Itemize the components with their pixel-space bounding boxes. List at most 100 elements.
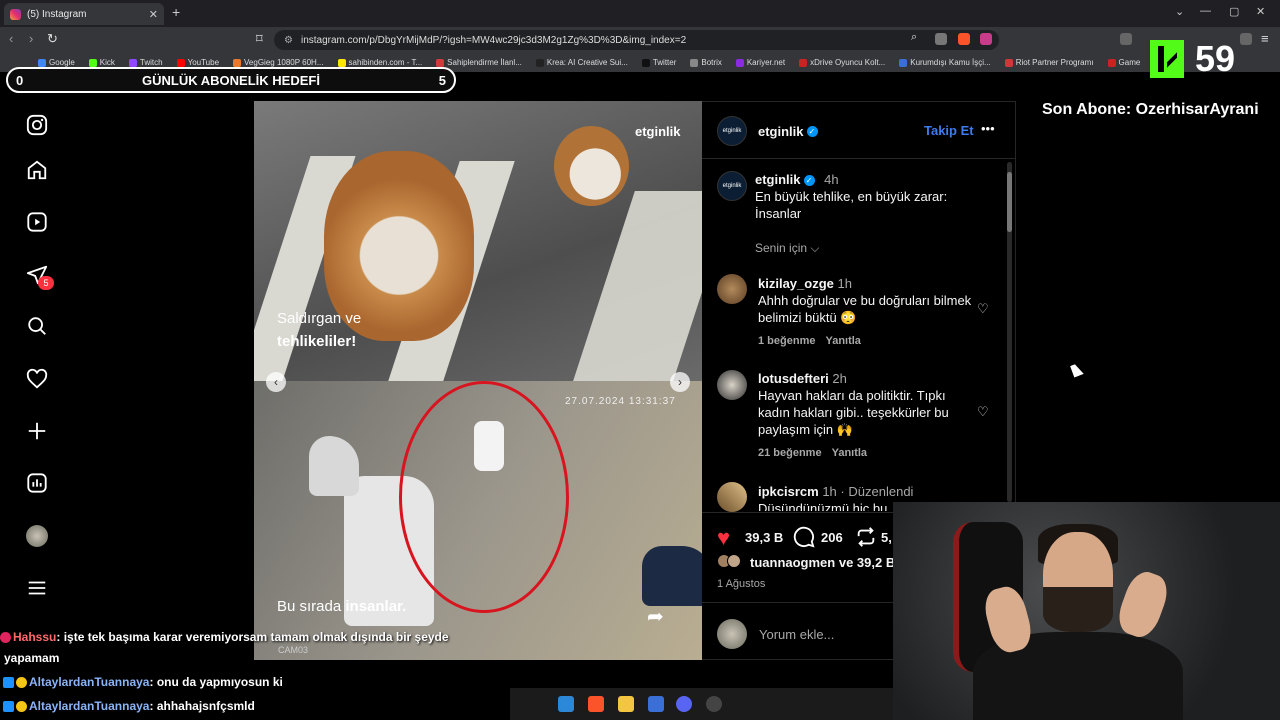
browser-tab[interactable]: (5) Instagram ✕ [4, 3, 164, 25]
instagram-favicon-icon [10, 8, 21, 20]
profile-avatar[interactable] [25, 524, 49, 548]
close-tab-icon[interactable]: ✕ [149, 8, 158, 21]
reply-button[interactable]: Yanıtla [825, 335, 860, 347]
bookmark-item[interactable]: xDrive Oyuncu Kolt... [799, 58, 885, 67]
comment-avatar[interactable] [717, 274, 747, 304]
chat-message: AltaylardanTuannaya: ahhahajsnfçsmld [3, 699, 255, 713]
media-caption-bottom: Bu sırada insanlar. [277, 598, 407, 615]
share-arrow-icon: ➦ [647, 606, 664, 628]
bookmark-label: Game [1118, 58, 1141, 67]
bookmark-item[interactable]: Sahiplendirme İlanl... [436, 58, 522, 67]
bookmark-label: VegGieg 1080P 60H... [244, 58, 324, 67]
comment-avatar[interactable] [717, 482, 747, 512]
more-options-icon[interactable]: ••• [981, 121, 995, 136]
brave-taskbar-icon[interactable] [588, 696, 604, 712]
back-icon[interactable]: ‹ [9, 31, 13, 46]
app-icon[interactable] [648, 696, 664, 712]
bookmark-favicon-icon [436, 58, 445, 67]
brave-shield-icon[interactable] [958, 33, 970, 45]
comments-scrollbar[interactable] [1007, 162, 1012, 502]
highlight-circle [399, 381, 569, 613]
bookmark-item[interactable]: VegGieg 1080P 60H... [233, 58, 324, 67]
previous-image-button[interactable]: ‹ [266, 372, 286, 392]
comment-header: ipkcisrcm 1h · Düzenlendi [758, 484, 914, 499]
cctv-timestamp: 27.07.2024 13:31:37 [565, 396, 676, 407]
like-comment-icon[interactable]: ♡ [977, 301, 989, 317]
like-comment-icon[interactable]: ♡ [977, 404, 989, 420]
bookmark-icon[interactable]: ⌑ [256, 31, 263, 47]
site-settings-icon[interactable]: ⚙ [284, 35, 293, 46]
bookmark-item[interactable]: Twitter [641, 58, 676, 67]
bookmark-favicon-icon [690, 58, 699, 67]
repost-icon[interactable] [855, 526, 877, 553]
url-text: instagram.com/p/DbgYrMijMdP/?igsh=MW4wc2… [300, 34, 687, 46]
bookmark-item[interactable]: Kariyer.net [735, 58, 786, 67]
comment-icon[interactable] [793, 526, 815, 553]
reload-icon[interactable]: ↻ [47, 31, 58, 47]
comment-header: kizilay_ozge 1h [758, 276, 852, 291]
bookmark-favicon-icon [176, 58, 185, 67]
browser-menu-icon[interactable]: ≡ [1261, 31, 1269, 46]
comment-likes: 1 beğenme [758, 335, 816, 347]
obs-icon[interactable] [706, 696, 722, 712]
vpn-icon[interactable] [1240, 33, 1252, 45]
bookmark-item[interactable]: Google [38, 58, 75, 67]
caption-avatar[interactable]: etginlik [717, 171, 747, 201]
home-icon[interactable] [25, 158, 49, 182]
bookmark-item[interactable]: Twitch [128, 58, 163, 67]
start-icon[interactable] [558, 696, 574, 712]
bookmark-favicon-icon [1107, 58, 1116, 67]
comment-count: 206 [821, 530, 843, 545]
chevron-down-icon[interactable]: ⌄ [1175, 5, 1184, 18]
heart-icon[interactable] [25, 367, 49, 391]
bookmark-label: Kariyer.net [746, 58, 786, 67]
kick-logo-icon [1150, 40, 1184, 78]
bookmark-label: Krea: AI Creative Sui... [546, 58, 628, 67]
bookmark-favicon-icon [38, 58, 46, 67]
comment-input[interactable]: Yorum ekle... [759, 627, 834, 642]
bookmark-item[interactable]: Kurumdışı Kamu İşçi... [899, 58, 991, 67]
dashboard-icon[interactable] [25, 471, 49, 495]
instagram-icon[interactable] [25, 113, 49, 137]
liked-by: tuannaogmen ve 39,2 B [750, 555, 896, 570]
bookmark-favicon-icon [899, 58, 908, 67]
bookmark-label: Riot Partner Programı [1015, 58, 1094, 67]
forward-icon[interactable]: › [29, 31, 33, 46]
post-media[interactable]: etginlik Saldırgan ve tehlikeliler! 27.0… [254, 101, 702, 660]
reply-button[interactable]: Yanıtla [832, 447, 867, 459]
reels-icon[interactable] [25, 210, 49, 234]
close-window-icon[interactable]: ✕ [1256, 5, 1265, 18]
author-avatar[interactable]: etginlik [717, 116, 747, 146]
for-you-dropdown[interactable]: Senin için ⌵ [755, 241, 819, 256]
brave-rewards-icon[interactable] [980, 33, 992, 45]
cast-icon[interactable] [935, 33, 947, 45]
bookmark-item[interactable]: YouTube [176, 58, 219, 67]
my-avatar [717, 619, 747, 649]
comment-avatar[interactable] [717, 370, 747, 400]
bookmark-item[interactable]: sahibinden.com - T... [337, 58, 422, 67]
next-image-button[interactable]: › [670, 372, 690, 392]
minimize-icon[interactable]: — [1200, 5, 1211, 17]
liked-heart-icon[interactable]: ♥ [717, 525, 730, 551]
bookmark-favicon-icon [641, 58, 650, 67]
discord-icon[interactable] [676, 696, 692, 712]
address-bar[interactable]: ⚙ instagram.com/p/DbgYrMijMdP/?igsh=MW4w… [274, 30, 999, 50]
menu-icon[interactable] [25, 576, 49, 600]
new-tab-icon[interactable]: + [172, 4, 180, 20]
folder-icon[interactable] [618, 696, 634, 712]
author-name[interactable]: etginlik ✓ [758, 123, 818, 141]
bookmark-item[interactable]: Krea: AI Creative Sui... [535, 58, 628, 67]
search-icon[interactable] [25, 314, 49, 338]
browser-tab-bar: (5) Instagram ✕ + ⌄ — ▢ ✕ [0, 0, 1280, 27]
bookmark-label: Sahiplendirme İlanl... [447, 58, 522, 67]
bookmark-item[interactable]: Kick [88, 58, 115, 67]
bookmark-item[interactable]: Riot Partner Programı [1004, 58, 1094, 67]
follow-button[interactable]: Takip Et [924, 123, 974, 138]
bookmark-item[interactable]: Game [1107, 58, 1141, 67]
bookmark-item[interactable]: Botrix [690, 58, 722, 67]
caption-text: En büyük tehlike, en büyük zarar: İnsanl… [755, 189, 948, 221]
create-icon[interactable] [25, 419, 49, 443]
zoom-icon[interactable]: ⌕ [911, 31, 917, 44]
maximize-icon[interactable]: ▢ [1229, 5, 1239, 18]
extensions-icon[interactable] [1120, 33, 1132, 45]
